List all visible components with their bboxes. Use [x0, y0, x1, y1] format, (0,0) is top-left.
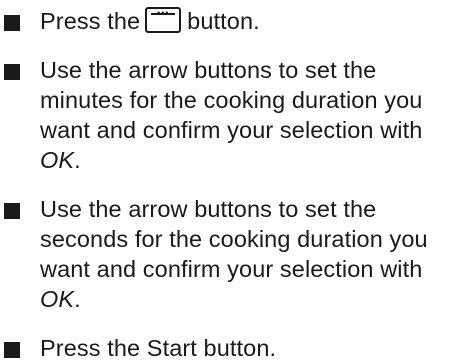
oven-timer-button-icon: ••• [145, 7, 182, 33]
step-3-ok-emphasis: OK [40, 286, 75, 312]
step-set-seconds: Use the arrow buttons to set the seconds… [0, 194, 461, 314]
step-set-minutes: Use the arrow buttons to set the minutes… [0, 55, 461, 175]
instruction-list: Press the ••• button. Use the arrow button… [0, 0, 461, 363]
step-1-text-before: Press the [40, 8, 141, 34]
step-3-text: Use the arrow buttons to set the seconds… [40, 196, 428, 282]
square-bullet [4, 342, 20, 358]
step-2-ok-emphasis: OK [40, 147, 75, 173]
square-bullet [4, 203, 20, 219]
step-2-period: . [74, 147, 81, 173]
step-3-period: . [74, 286, 81, 312]
step-1-text-after: button. [187, 8, 260, 34]
step-4-text: Press the Start button. [40, 335, 277, 361]
square-bullet [4, 64, 20, 80]
step-press-button: Press the ••• button. [0, 0, 461, 36]
step-press-start: Press the Start button. [0, 333, 461, 363]
step-2-text: Use the arrow buttons to set the minutes… [40, 57, 423, 143]
square-bullet [4, 15, 20, 31]
